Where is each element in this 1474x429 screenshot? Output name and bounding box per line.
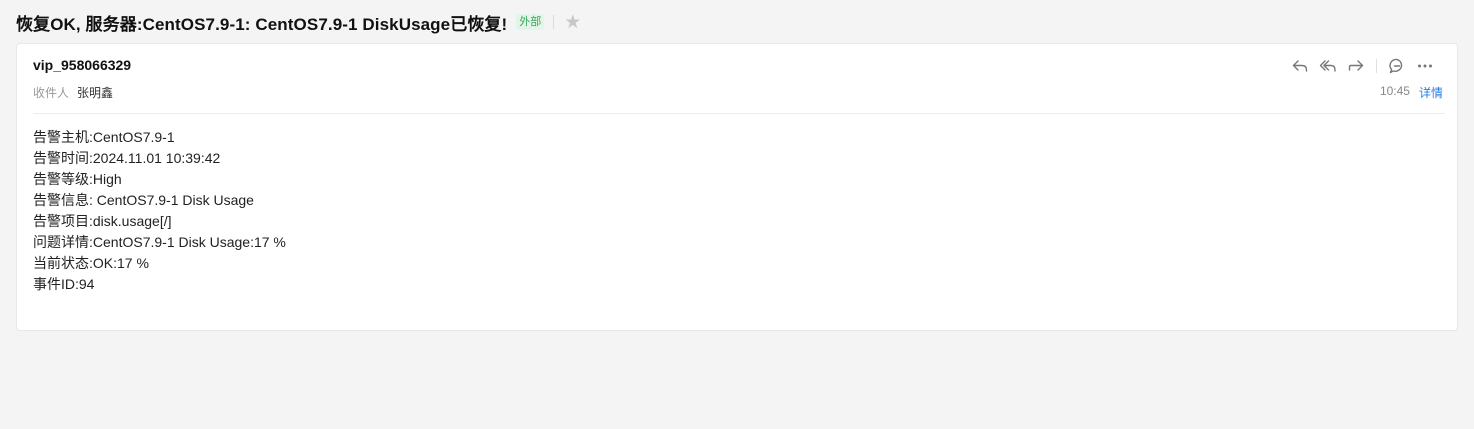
external-badge: 外部 (516, 14, 545, 30)
body-line: 告警等级:High (33, 171, 122, 187)
body-line: 告警主机:CentOS7.9-1 (33, 129, 175, 145)
subject-bar: 恢复OK, 服务器:CentOS7.9-1: CentOS7.9-1 DiskU… (16, 10, 581, 34)
recipient-name[interactable]: 张明鑫 (77, 84, 113, 101)
body-line: 问题详情:CentOS7.9-1 Disk Usage:17 % (33, 234, 286, 250)
body-line: 告警项目:disk.usage[/] (33, 213, 172, 229)
email-meta: 10:45 详情 (1380, 84, 1443, 101)
email-body: 告警主机:CentOS7.9-1 告警时间:2024.11.01 10:39:4… (33, 127, 286, 295)
actions-divider (1376, 59, 1377, 73)
header-divider (33, 113, 1445, 114)
divider (553, 15, 555, 29)
more-icon[interactable] (1411, 55, 1439, 77)
comment-icon[interactable] (1383, 55, 1411, 77)
forward-icon[interactable] (1342, 55, 1370, 77)
email-actions (1286, 55, 1439, 77)
reply-icon[interactable] (1286, 55, 1314, 77)
body-line: 事件ID:94 (33, 276, 95, 292)
body-line: 当前状态:OK:17 % (33, 255, 149, 271)
body-line: 告警信息: CentOS7.9-1 Disk Usage (33, 192, 254, 208)
email-card: vip_958066329 收件人 张明鑫 10:45 详情 告警主机:Cent… (16, 43, 1458, 331)
star-icon[interactable]: ★ (564, 13, 581, 32)
recipient-row: 收件人 张明鑫 (33, 84, 113, 101)
sender-name[interactable]: vip_958066329 (33, 57, 131, 73)
received-time: 10:45 (1379, 84, 1410, 98)
email-subject: 恢复OK, 服务器:CentOS7.9-1: CentOS7.9-1 DiskU… (16, 14, 508, 34)
details-link[interactable]: 详情 (1419, 84, 1443, 101)
reply-all-icon[interactable] (1314, 55, 1342, 77)
recipient-label: 收件人 (33, 86, 70, 100)
body-line: 告警时间:2024.11.01 10:39:42 (33, 150, 221, 166)
